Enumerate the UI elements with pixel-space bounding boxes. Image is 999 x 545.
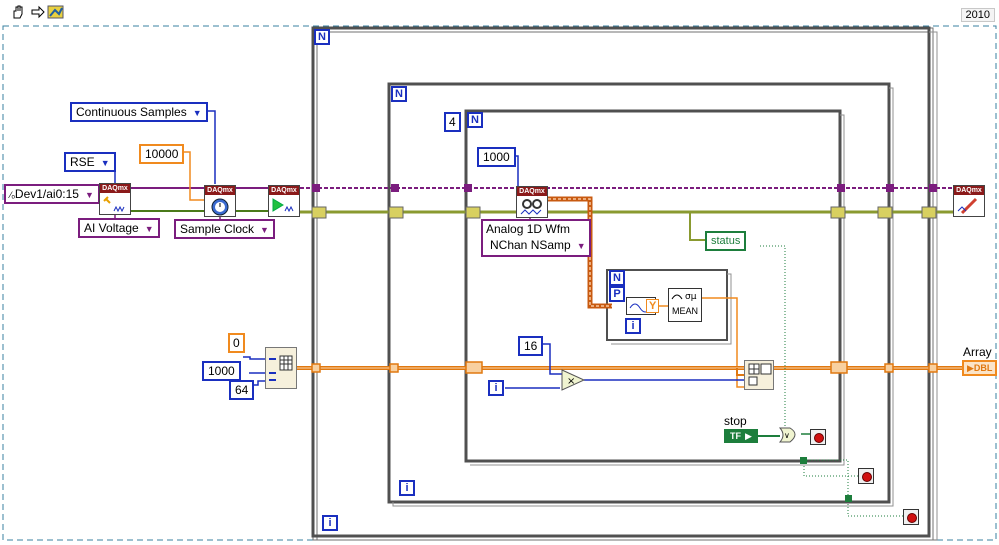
svg-text:×: × bbox=[567, 376, 575, 387]
array-indicator[interactable]: ▶DBL bbox=[962, 360, 998, 376]
stats-index-terminal: i bbox=[625, 318, 641, 334]
samples-constant[interactable]: 1000 bbox=[477, 147, 516, 167]
multiplier-constant[interactable]: 16 bbox=[518, 336, 544, 356]
outer-stop-terminal[interactable] bbox=[903, 509, 919, 525]
dropdown-icon: ▼ bbox=[84, 189, 94, 200]
measurement-ring[interactable]: AI Voltage ▼ bbox=[78, 218, 160, 238]
outer-index-terminal: i bbox=[322, 515, 338, 531]
daqmx-clear-icon[interactable]: DAQmx bbox=[953, 185, 985, 217]
for-index-terminal: i bbox=[488, 380, 504, 396]
inner-stop-terminal[interactable] bbox=[810, 429, 826, 445]
dropdown-icon: ▼ bbox=[192, 107, 202, 118]
timing-type-ring[interactable]: Sample Clock ▼ bbox=[174, 219, 275, 239]
rate-constant[interactable]: 10000 bbox=[139, 144, 185, 164]
initialize-array-node[interactable] bbox=[265, 347, 297, 389]
daqmx-read-icon[interactable]: DAQmx bbox=[516, 186, 548, 218]
stats-p-terminal: P bbox=[609, 286, 625, 302]
dropdown-icon: ▼ bbox=[144, 223, 154, 234]
cols-constant[interactable]: 64 bbox=[229, 380, 255, 400]
while-loop-outer bbox=[311, 26, 938, 541]
svg-text:∨: ∨ bbox=[784, 431, 790, 440]
replace-array-subset-node[interactable] bbox=[744, 360, 774, 390]
dropdown-icon: ▼ bbox=[260, 224, 269, 235]
stop-label: stop bbox=[724, 414, 747, 428]
tunnels bbox=[311, 184, 938, 502]
terminal-config-ring[interactable]: RSE ▼ bbox=[64, 152, 116, 172]
stop-wires bbox=[756, 245, 910, 517]
block-diagram: × ∨ bbox=[2, 25, 997, 541]
loop-count-constant[interactable]: 4 bbox=[444, 112, 461, 132]
stats-y-output: Y bbox=[646, 299, 660, 313]
read-type-ring[interactable]: Analog 1D Wfm NChan NSamp ▼ bbox=[481, 219, 591, 257]
inner-n-terminal: N bbox=[467, 112, 483, 128]
middle-stop-terminal[interactable] bbox=[858, 468, 874, 484]
stats-n-terminal: N bbox=[609, 270, 625, 286]
daqmx-timing-icon[interactable]: DAQmx bbox=[204, 185, 236, 217]
middle-index-terminal: i bbox=[399, 480, 415, 496]
stop-control[interactable]: TF ▶ bbox=[724, 429, 758, 443]
daqmx-start-icon[interactable]: DAQmx bbox=[268, 185, 300, 217]
array-indicator-label: Array bbox=[963, 345, 992, 359]
rows-constant[interactable]: 1000 bbox=[202, 361, 241, 381]
middle-n-terminal: N bbox=[391, 86, 407, 102]
sample-mode-ring[interactable]: Continuous Samples ▼ bbox=[70, 102, 208, 122]
init-value-constant[interactable]: 0 bbox=[228, 333, 245, 353]
outer-n-terminal: N bbox=[314, 29, 330, 45]
dropdown-icon: ▼ bbox=[576, 240, 586, 251]
daqmx-create-channel-icon[interactable]: DAQmx bbox=[99, 183, 131, 215]
channel-constant[interactable]: ⁄ₒDev1/ai0:15 ▼ bbox=[4, 184, 100, 204]
mean-node[interactable]: σμ MEAN bbox=[668, 288, 702, 322]
for-loop-inner bbox=[464, 109, 845, 466]
svg-text:σμ: σμ bbox=[685, 292, 697, 302]
dropdown-icon: ▼ bbox=[100, 157, 110, 168]
status-unbundle[interactable]: status bbox=[705, 231, 747, 251]
